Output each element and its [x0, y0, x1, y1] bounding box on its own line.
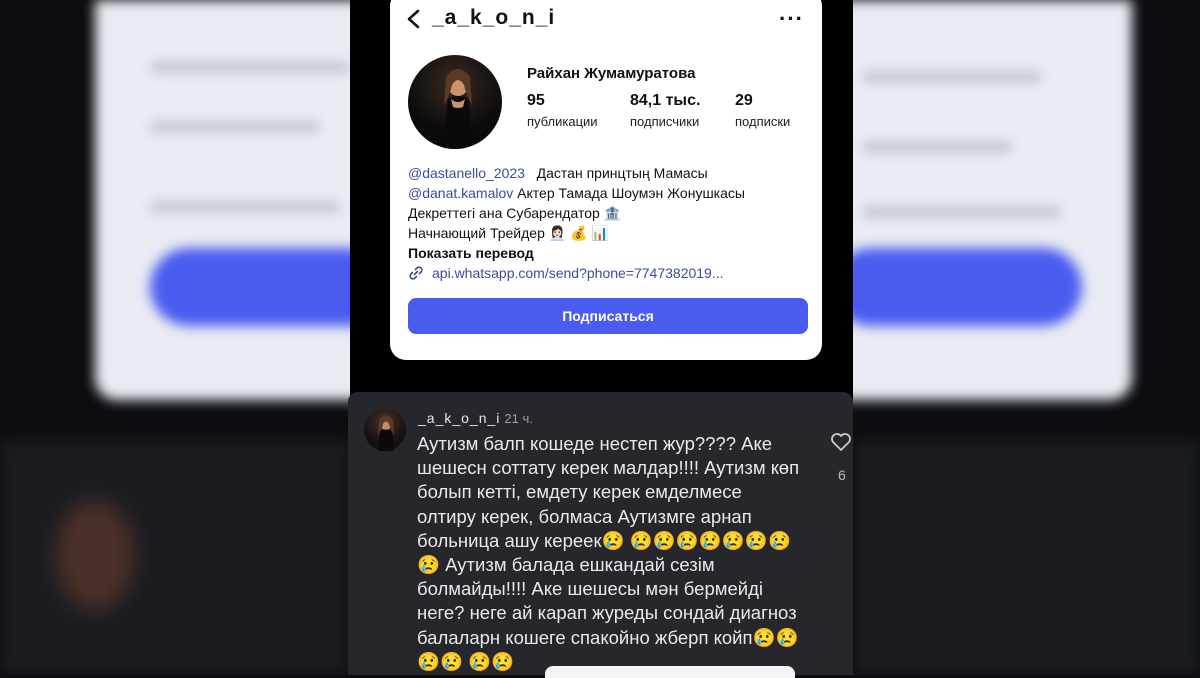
comment-username[interactable]: _a_k_o_n_i	[418, 410, 500, 426]
blurred-line	[150, 120, 320, 134]
bio-text: Дастан принцтың Мамасы	[536, 165, 708, 181]
top-bar: _a_k_o_n_i ···	[390, 0, 822, 40]
blurred-line	[150, 200, 340, 214]
bio-external-link[interactable]: api.whatsapp.com/send?phone=7747382019..…	[408, 263, 745, 283]
bio-line-2: @danat.kamalov Актер Тамада Шоумэн Жонуш…	[408, 183, 745, 203]
profile-username-title: _a_k_o_n_i	[432, 6, 556, 29]
profile-avatar[interactable]	[408, 55, 502, 149]
comment-like-count: 6	[838, 467, 846, 483]
comment-item: _a_k_o_n_i 21 ч. Аутизм балп кошеде несте…	[348, 392, 853, 678]
blurred-dark-area	[0, 440, 350, 675]
bio-text: Актер Тамада Шоумэн Жонушкасы	[517, 185, 745, 201]
stat-followers-value: 84,1 тыс.	[630, 92, 701, 109]
stat-following-value: 29	[735, 92, 753, 109]
bio-mention-link[interactable]: @danat.kamalov	[408, 185, 513, 201]
blurred-background-left	[0, 0, 350, 675]
stat-posts[interactable]: 95 публикации	[527, 92, 598, 129]
more-icon[interactable]: ···	[779, 6, 804, 32]
avatar-photo	[442, 69, 474, 149]
stat-followers[interactable]: 84,1 тыс. подписчики	[630, 92, 700, 129]
blurred-line	[862, 70, 1042, 84]
blurred-button	[852, 248, 1082, 326]
blurred-background-right	[852, 0, 1200, 675]
stat-following-label: подписки	[735, 114, 791, 129]
comment-avatar[interactable]	[364, 409, 406, 451]
stat-posts-value: 95	[527, 92, 545, 109]
blurred-line	[150, 60, 350, 74]
bio-link-text: api.whatsapp.com/send?phone=7747382019..…	[432, 265, 724, 281]
bio-mention-link[interactable]: @dastanello_2023	[408, 165, 525, 181]
bottom-sheet-edge	[545, 666, 795, 678]
blurred-avatar	[55, 500, 135, 610]
blurred-line	[862, 140, 1012, 154]
subscribe-button[interactable]: Подписаться	[408, 298, 808, 334]
phone-screenshot: _a_k_o_n_i ··· Райхан Жумамуратова 95 пу…	[348, 0, 853, 678]
profile-full-name: Райхан Жумамуратова	[527, 65, 696, 82]
stat-posts-label: публикации	[527, 114, 598, 129]
show-translation-link[interactable]: Показать перевод	[408, 243, 745, 263]
blurred-line	[862, 205, 1062, 219]
link-icon	[409, 266, 423, 280]
profile-bio: @dastanello_2023 Дастан принцтың Мамасы …	[408, 163, 745, 283]
heart-icon[interactable]	[830, 432, 852, 452]
stat-following[interactable]: 29 подписки	[735, 92, 790, 129]
blurred-dark-area	[852, 440, 1200, 675]
blurred-card	[852, 0, 1132, 400]
comment-time: 21 ч.	[504, 411, 533, 426]
stat-followers-label: подписчики	[630, 114, 700, 129]
blurred-button	[150, 248, 350, 326]
bio-line-3: Декреттегі ана Субарендатор 🏦	[408, 205, 622, 221]
bio-line-1: @dastanello_2023 Дастан принцтың Мамасы	[408, 163, 745, 183]
comment-header: _a_k_o_n_i 21 ч.	[418, 410, 533, 426]
comment-text: Аутизм балп кошеде нестеп жур???? Аке ше…	[417, 433, 800, 672]
bio-line-4: Начнающий Трейдер 👩🏻‍💼 💰 📊	[408, 225, 609, 241]
comment-avatar-photo	[378, 415, 394, 451]
profile-card: _a_k_o_n_i ··· Райхан Жумамуратова 95 пу…	[390, 0, 822, 360]
back-arrow-icon[interactable]	[404, 8, 424, 30]
